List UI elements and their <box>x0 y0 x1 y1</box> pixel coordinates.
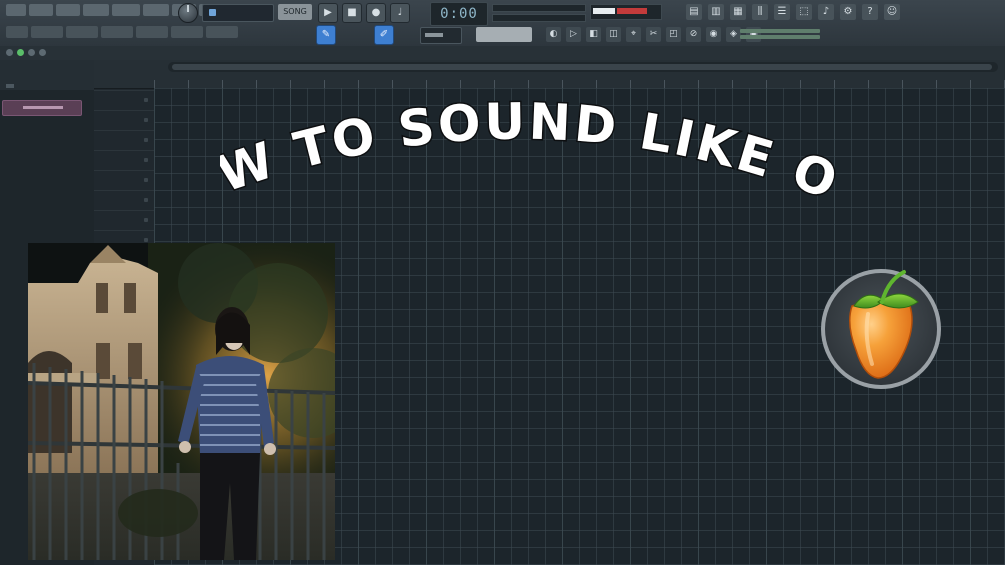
menu-item[interactable] <box>83 4 109 16</box>
tool-icon[interactable]: ⌖ <box>626 27 641 42</box>
menu-item[interactable] <box>6 4 26 16</box>
help-icon[interactable]: ? <box>862 4 878 20</box>
menu-item[interactable] <box>29 4 53 16</box>
tool-icon[interactable]: ◫ <box>606 27 621 42</box>
track-header-divider <box>94 170 154 171</box>
track-mute-icon[interactable] <box>144 238 148 242</box>
track-header-divider <box>94 190 154 191</box>
settings-icon[interactable]: ⚙ <box>840 4 856 20</box>
thumbnail-title: HOW TO SOUND LIKE OAF1 <box>220 96 846 213</box>
playlist-tools: ◐ ▷ ◧ ◫ ⌖ ✂ ◰ ⊘ ◉ ◈ ▣ <box>546 27 761 42</box>
channel-rack-icon[interactable]: ▦ <box>730 4 746 20</box>
thumbnail-title-text: HOW TO SOUND LIKE OAF1 <box>220 96 846 211</box>
ruler-ticks <box>154 80 1005 88</box>
track-header-divider <box>94 130 154 131</box>
play-icon[interactable]: ▶ <box>318 3 338 23</box>
tool-icon[interactable]: ◉ <box>706 27 721 42</box>
hint-bar <box>740 27 820 43</box>
main-toolbar: SONG ▶ ■ ● ♩ 0:00 ▤ ▥ ▦ ⫼ ☰ ⬚ ♪ ⚙ ? ☺ ✎ … <box>0 0 1005 47</box>
tool-button[interactable] <box>31 26 63 38</box>
tool-button[interactable] <box>6 26 28 38</box>
toolbar-row-2 <box>6 26 238 40</box>
browser-icon[interactable]: ☰ <box>774 4 790 20</box>
mixer-icon[interactable]: ⫼ <box>752 4 768 20</box>
tool-icon[interactable]: ✂ <box>646 27 661 42</box>
playlist-icon[interactable]: ▤ <box>686 4 702 20</box>
track-mute-icon[interactable] <box>144 138 148 142</box>
song-mode-button[interactable]: SONG <box>278 4 312 20</box>
metronome-icon[interactable]: ♩ <box>390 3 410 23</box>
track-header-divider <box>94 90 154 91</box>
draw-tool-icon[interactable]: ✎ <box>316 25 336 45</box>
tool-icon[interactable]: ◰ <box>666 27 681 42</box>
track-header-divider <box>94 230 154 231</box>
tool-icon[interactable]: ⊘ <box>686 27 701 42</box>
browser-selected-item[interactable] <box>2 100 82 116</box>
menu-item[interactable] <box>56 4 80 16</box>
artist-photo-art <box>28 243 335 560</box>
title-text-path: HOW TO SOUND LIKE OAF1 <box>220 96 845 213</box>
plugin-icon[interactable]: ⬚ <box>796 4 812 20</box>
browser-status-icon[interactable] <box>17 49 24 56</box>
tool-button[interactable] <box>206 26 238 38</box>
tool-icon[interactable]: ◐ <box>546 27 561 42</box>
record-icon[interactable]: ● <box>366 3 386 23</box>
user-icon[interactable]: ☺ <box>884 4 900 20</box>
time-display: 0:00 <box>430 2 488 26</box>
playlist-title-bar <box>0 46 1005 61</box>
fl-studio-logo <box>821 269 941 389</box>
track-mute-icon[interactable] <box>144 218 148 222</box>
menu-item[interactable] <box>112 4 140 16</box>
snap-selector[interactable] <box>420 27 462 44</box>
menu-item[interactable] <box>143 4 169 16</box>
tool-icon[interactable]: ◧ <box>586 27 601 42</box>
memory-meter <box>492 14 586 22</box>
tool-button[interactable] <box>101 26 133 38</box>
track-mute-icon[interactable] <box>144 158 148 162</box>
tempo-field[interactable] <box>476 27 532 42</box>
track-header-divider <box>94 110 154 111</box>
track-mute-icon[interactable] <box>144 178 148 182</box>
tool-icon[interactable]: ◈ <box>726 27 741 42</box>
track-header-divider <box>94 210 154 211</box>
browser-header <box>0 60 94 90</box>
tool-button[interactable] <box>136 26 168 38</box>
output-level-meter <box>590 4 662 20</box>
artist-photo <box>28 243 335 560</box>
master-volume-knob[interactable] <box>178 3 198 23</box>
tool-icon[interactable]: ▷ <box>566 27 581 42</box>
track-mute-icon[interactable] <box>144 98 148 102</box>
track-header-divider <box>94 150 154 151</box>
track-mute-icon[interactable] <box>144 198 148 202</box>
pattern-selector[interactable] <box>202 4 274 22</box>
fl-studio-window: SONG ▶ ■ ● ♩ 0:00 ▤ ▥ ▦ ⫼ ☰ ⬚ ♪ ⚙ ? ☺ ✎ … <box>0 0 1005 565</box>
paint-tool-icon[interactable]: ✐ <box>374 25 394 45</box>
browser-search-icon[interactable] <box>39 49 46 56</box>
stop-icon[interactable]: ■ <box>342 3 362 23</box>
window-shortcuts: ▤ ▥ ▦ ⫼ ☰ ⬚ ♪ ⚙ ? ☺ <box>686 4 900 20</box>
piano-roll-icon[interactable]: ▥ <box>708 4 724 20</box>
track-mute-icon[interactable] <box>144 118 148 122</box>
tool-button[interactable] <box>66 26 98 38</box>
browser-controls <box>6 49 46 56</box>
browser-menu-icon[interactable] <box>6 49 13 56</box>
transport-controls: ▶ ■ ● ♩ <box>318 3 410 23</box>
cpu-meter <box>492 4 586 12</box>
tool-button[interactable] <box>171 26 203 38</box>
microphone-icon[interactable]: ♪ <box>818 4 834 20</box>
horizontal-scrollbar[interactable] <box>168 62 998 72</box>
browser-filter-icon[interactable] <box>28 49 35 56</box>
